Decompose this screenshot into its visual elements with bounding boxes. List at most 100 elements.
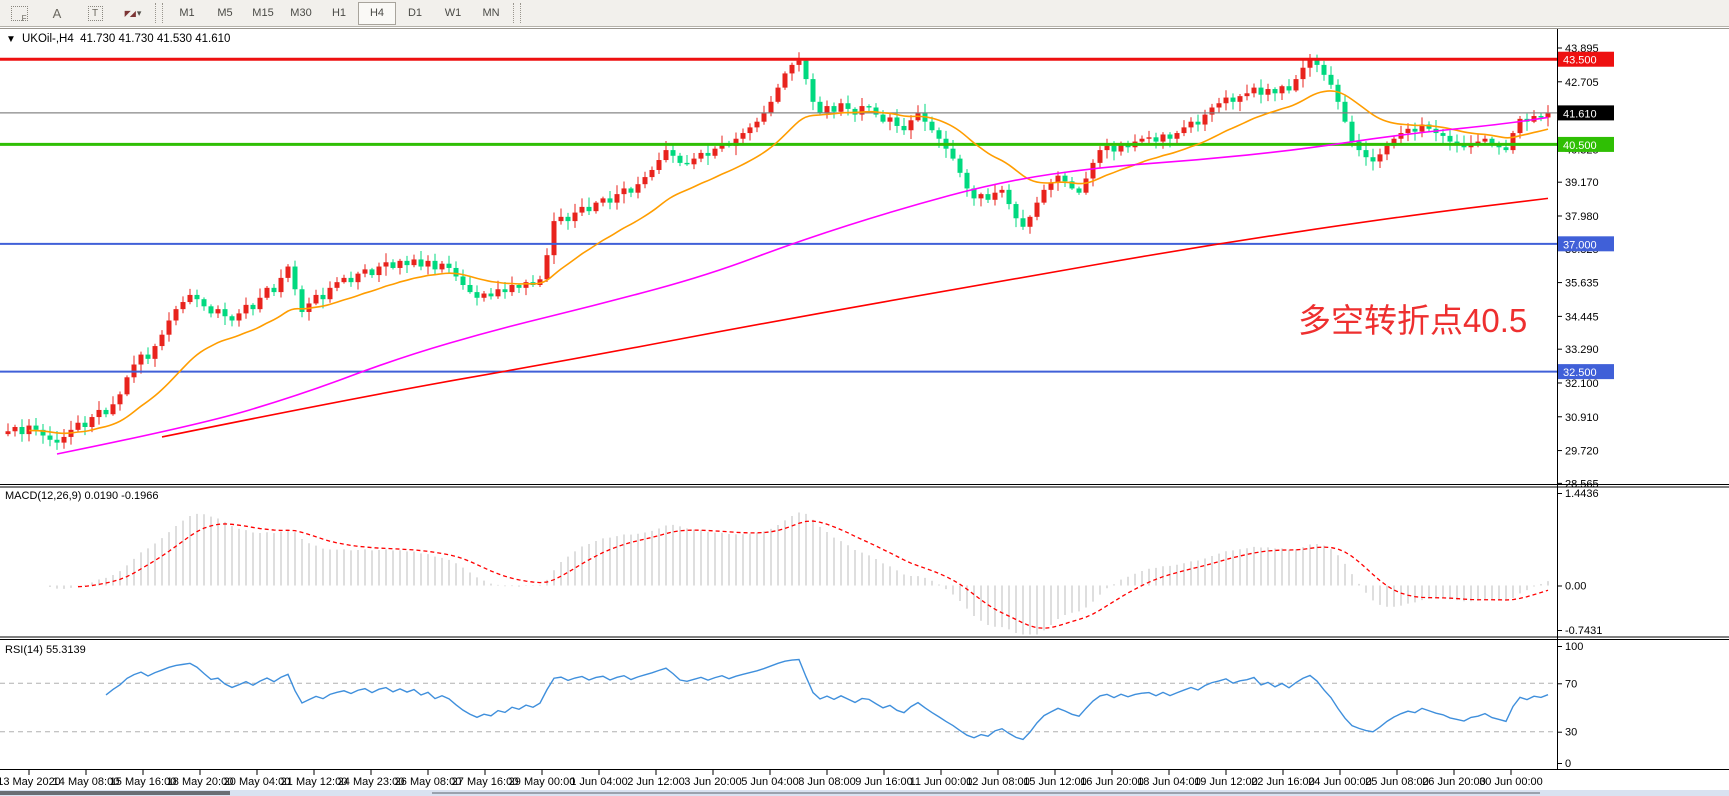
candle-body [230,316,235,320]
candle-body [97,410,102,417]
candle-body [1371,157,1376,161]
candle-body [328,288,333,299]
candle-body [195,295,200,299]
candle-body [1350,122,1355,142]
candle-body [181,302,186,309]
price-tick-label: 32.100 [1565,378,1599,390]
bottom-scrollbar-thumb[interactable] [0,791,230,795]
time-axis-label: 24 Jun 00:00 [1308,776,1372,788]
candle-body [62,437,67,443]
candle-body [391,262,396,268]
timeframe-button-d1[interactable]: D1 [396,2,434,25]
text-tool-button[interactable]: T [76,2,114,25]
candle-body [1231,98,1236,102]
candle-body [818,102,823,113]
candle-body [559,217,564,221]
candle-body [1084,178,1089,192]
candle-body [167,320,172,334]
candle-body [748,127,753,133]
level-price-label: 32.500 [1563,367,1597,379]
time-axis-label: 30 Jun 00:00 [1479,776,1543,788]
candle-body [1154,137,1159,141]
candle-body [335,282,340,288]
candle-body [1000,190,1005,193]
chart-title-ohlc: UKOil-,H4 41.730 41.730 41.530 41.610 [22,33,230,45]
timeframe-button-m1[interactable]: M1 [168,2,206,25]
candle-body [48,436,53,440]
level-price-label: 40.500 [1563,140,1597,152]
candle-body [615,194,620,203]
time-axis-label: 1 Jun 04:00 [570,776,628,788]
candle-body [1539,116,1544,117]
candle-body [685,163,690,164]
label-tool-button[interactable]: A [38,2,76,25]
timeframe-button-w1[interactable]: W1 [434,2,472,25]
candle-body [321,295,326,299]
time-axis-label: 12 Jun 08:00 [966,776,1030,788]
time-axis[interactable]: 13 May 202014 May 08:0015 May 16:0018 Ma… [0,770,1543,788]
rsi-panel: 10070300 [0,641,1583,770]
price-tick-label: 29.720 [1565,446,1599,458]
timeframe-button-mn[interactable]: MN [472,2,510,25]
candle-body [657,160,662,170]
candle-body [1413,129,1418,132]
rsi-indicator-label: RSI(14) 55.3139 [5,644,86,656]
rsi-axis-label: 100 [1565,641,1583,653]
rsi-line [106,660,1548,740]
candle-body [1168,134,1173,138]
frame-tool-button[interactable]: F [0,2,38,25]
candle-body [1504,147,1509,150]
macd-axis-label: -0.7431 [1565,625,1602,637]
candle-body [1049,183,1054,190]
timeframe-button-m5[interactable]: M5 [206,2,244,25]
candle-body [601,198,606,202]
toolbar-grip[interactable] [155,3,163,23]
candle-body [713,149,718,156]
timeframe-button-h1[interactable]: H1 [320,2,358,25]
candle-body [1364,150,1369,157]
candle-body [762,113,767,122]
candle-body [1007,190,1012,204]
toolbar-grip[interactable] [513,3,521,23]
candle-body [1483,139,1488,142]
candle-body [20,427,25,434]
macd-indicator-label: MACD(12,26,9) 0.0190 -0.1966 [5,490,158,502]
candle-body [1245,93,1250,96]
arrows-tool-button[interactable]: ◤◢ ▾ [114,2,152,25]
candle-body [937,130,942,139]
candle-body [209,306,214,313]
candle-body [587,207,592,211]
candle-body [1035,203,1040,217]
candle-body [1280,86,1285,93]
chevron-down-icon[interactable]: ▾ [137,8,142,19]
candle-body [825,106,830,113]
candle-body [216,309,221,313]
candle-body [419,259,424,266]
frame-tool-icon: F [11,6,28,21]
time-axis-label: 26 Jun 20:00 [1422,776,1486,788]
time-axis-label: 13 May 2020 [0,776,61,788]
candle-body [1343,102,1348,122]
candle-body [251,305,256,309]
annotation-text[interactable]: 多空转折点40.5 [1298,302,1527,339]
candle-body [566,217,571,221]
candle-body [1077,188,1082,192]
candle-body [1511,133,1516,150]
candle-body [412,259,417,265]
candle-body [1294,79,1299,90]
candle-body [1273,89,1278,93]
candle-body [958,159,963,173]
candle-body [1196,122,1201,125]
time-axis-label: 22 Jun 16:00 [1251,776,1315,788]
candle-body [125,377,130,394]
candle-body [741,133,746,139]
timeframe-button-h4[interactable]: H4 [358,2,396,25]
candle-body [1042,190,1047,203]
timeframe-button-m30[interactable]: M30 [282,2,320,25]
candle-body [510,285,515,292]
symbol-dropdown-icon[interactable]: ▼ [6,34,16,45]
price-axis[interactable]: 43.89542.70541.51540.32539.17037.98036.8… [1558,43,1614,490]
timeframe-button-m15[interactable]: M15 [244,2,282,25]
time-axis-label: 15 Jun 12:00 [1023,776,1087,788]
candle-body [363,269,368,273]
